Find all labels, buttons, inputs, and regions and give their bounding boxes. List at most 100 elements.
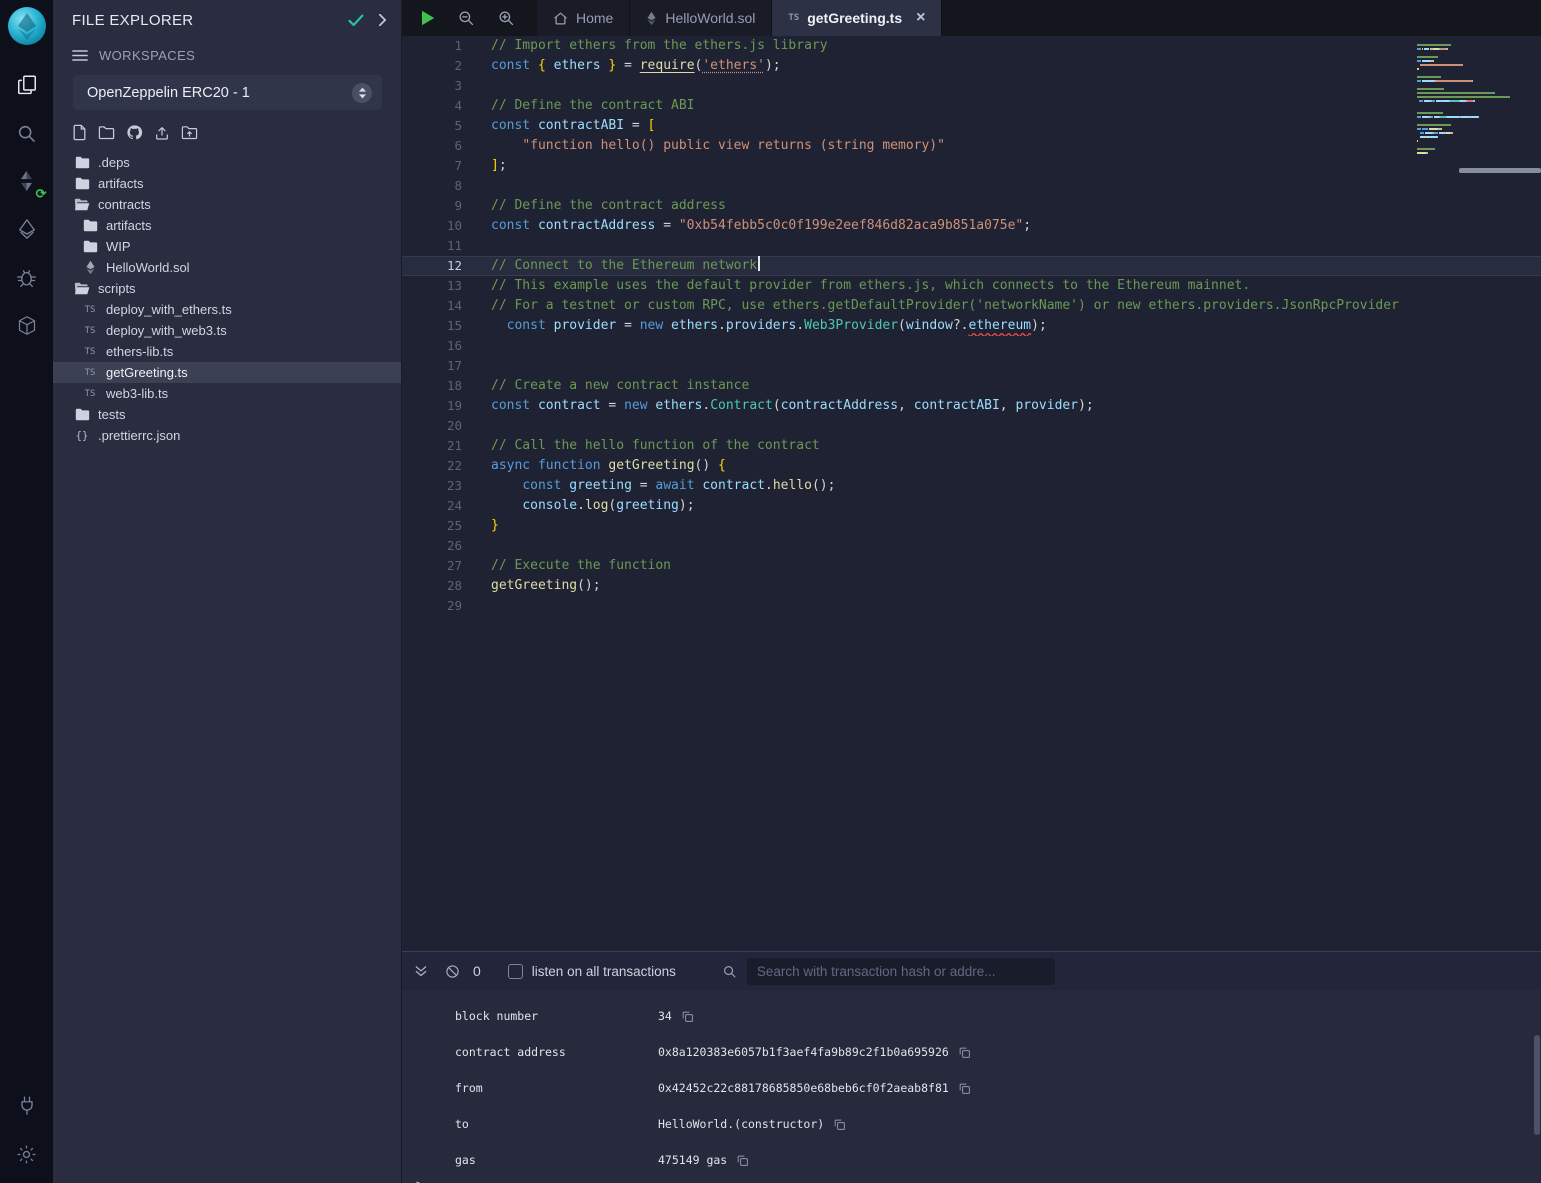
code-line-22[interactable]: 22async function getGreeting() { xyxy=(402,456,1541,476)
code-line-8[interactable]: 8 xyxy=(402,176,1541,196)
copy-icon[interactable] xyxy=(736,1154,749,1167)
code-line-29[interactable]: 29 xyxy=(402,596,1541,616)
code-line-28[interactable]: 28getGreeting(); xyxy=(402,576,1541,596)
line-content xyxy=(462,76,491,96)
listen-all-transactions-checkbox[interactable] xyxy=(508,964,523,979)
clear-console-icon[interactable] xyxy=(445,964,460,979)
upload-file-icon[interactable] xyxy=(154,125,170,141)
code-line-19[interactable]: 19const contract = new ethers.Contract(c… xyxy=(402,396,1541,416)
file-explorer-icon[interactable] xyxy=(10,68,44,102)
code-line-16[interactable]: 16 xyxy=(402,336,1541,356)
expand-terminal-icon[interactable] xyxy=(413,964,429,979)
tree-item-getgreeting-ts[interactable]: TSgetGreeting.ts xyxy=(53,362,401,383)
code-line-15[interactable]: 15 const provider = new ethers.providers… xyxy=(402,316,1541,336)
tree-item-artifacts[interactable]: artifacts xyxy=(53,215,401,236)
line-content: console.log(greeting); xyxy=(462,496,695,516)
new-folder-icon[interactable] xyxy=(98,125,115,140)
editor-tabs: HomeHelloWorld.solTSgetGreeting.ts× xyxy=(537,0,942,36)
code-line-18[interactable]: 18// Create a new contract instance xyxy=(402,376,1541,396)
tree-item-helloworld-sol[interactable]: HelloWorld.sol xyxy=(53,257,401,278)
tree-item-prettierrc-json[interactable]: {}.prettierrc.json xyxy=(53,425,401,446)
tree-item-deploy-with-ethers-ts[interactable]: TSdeploy_with_ethers.ts xyxy=(53,299,401,320)
tree-item-contracts[interactable]: contracts xyxy=(53,194,401,215)
code-editor[interactable]: 1// Import ethers from the ethers.js lib… xyxy=(402,36,1541,951)
transaction-count-badge: 0 xyxy=(473,963,481,979)
chevron-right-icon[interactable] xyxy=(378,13,387,27)
new-file-icon[interactable] xyxy=(72,124,87,141)
code-line-5[interactable]: 5const contractABI = [ xyxy=(402,116,1541,136)
zoom-in-icon[interactable] xyxy=(497,9,515,27)
plugins-icon[interactable] xyxy=(10,308,44,342)
copy-icon[interactable] xyxy=(681,1010,694,1023)
code-line-26[interactable]: 26 xyxy=(402,536,1541,556)
tree-item-tests[interactable]: tests xyxy=(53,404,401,425)
tree-item-wip[interactable]: WIP xyxy=(53,236,401,257)
code-line-25[interactable]: 25} xyxy=(402,516,1541,536)
tab-home[interactable]: Home xyxy=(537,0,630,36)
close-tab-icon[interactable]: × xyxy=(916,10,925,26)
workspaces-menu-icon[interactable] xyxy=(72,49,88,62)
code-line-17[interactable]: 17 xyxy=(402,356,1541,376)
copy-icon[interactable] xyxy=(958,1082,971,1095)
code-line-10[interactable]: 10const contractAddress = "0xb54febb5c0c… xyxy=(402,216,1541,236)
tx-detail-value: 0x8a120383e6057b1f3aef4fa9b89c2f1b0a6959… xyxy=(658,1045,949,1059)
tab-helloworld-sol[interactable]: HelloWorld.sol xyxy=(630,0,772,36)
deploy-run-icon[interactable] xyxy=(10,212,44,246)
code-line-27[interactable]: 27// Execute the function xyxy=(402,556,1541,576)
panel-header-icons xyxy=(348,13,387,27)
line-number: 13 xyxy=(402,276,462,296)
ts-icon: TS xyxy=(82,347,98,357)
remix-ide-window: ⟳ FILE EXPLORER WORKSPACES OpenZeppelin … xyxy=(0,0,1541,1183)
code-line-4[interactable]: 4// Define the contract ABI xyxy=(402,96,1541,116)
code-line-1[interactable]: 1// Import ethers from the ethers.js lib… xyxy=(402,36,1541,56)
copy-icon[interactable] xyxy=(958,1046,971,1059)
line-content: const provider = new ethers.providers.We… xyxy=(462,316,1047,336)
tree-item-label: scripts xyxy=(98,281,136,296)
code-line-7[interactable]: 7]; xyxy=(402,156,1541,176)
remix-logo-icon[interactable] xyxy=(7,6,47,46)
minimap[interactable] xyxy=(1417,44,1529,160)
page-scrollbar-thumb[interactable] xyxy=(1534,1035,1540,1135)
workspace-check-icon[interactable] xyxy=(348,14,364,27)
code-line-6[interactable]: 6 "function hello() public view returns … xyxy=(402,136,1541,156)
ts-icon: TS xyxy=(788,13,799,23)
activity-bar-bottom xyxy=(10,1088,44,1171)
code-line-14[interactable]: 14// For a testnet or custom RPC, use et… xyxy=(402,296,1541,316)
line-content: // This example uses the default provide… xyxy=(462,276,1250,296)
listen-all-transactions-label[interactable]: listen on all transactions xyxy=(532,964,676,979)
tab-getgreeting-ts[interactable]: TSgetGreeting.ts× xyxy=(772,0,942,36)
code-line-23[interactable]: 23 const greeting = await contract.hello… xyxy=(402,476,1541,496)
tx-detail-key: block number xyxy=(455,1009,658,1023)
code-line-21[interactable]: 21// Call the hello function of the cont… xyxy=(402,436,1541,456)
tree-item-deploy-with-web3-ts[interactable]: TSdeploy_with_web3.ts xyxy=(53,320,401,341)
zoom-out-icon[interactable] xyxy=(457,9,475,27)
line-content xyxy=(462,416,491,436)
tree-item-artifacts[interactable]: artifacts xyxy=(53,173,401,194)
tree-item-deps[interactable]: .deps xyxy=(53,152,401,173)
code-line-2[interactable]: 2const { ethers } = require('ethers'); xyxy=(402,56,1541,76)
code-line-13[interactable]: 13// This example uses the default provi… xyxy=(402,276,1541,296)
line-number: 20 xyxy=(402,416,462,436)
upload-folder-icon[interactable] xyxy=(181,125,198,140)
tree-item-ethers-lib-ts[interactable]: TSethers-lib.ts xyxy=(53,341,401,362)
debugger-icon[interactable] xyxy=(10,260,44,294)
terminal-search-input[interactable] xyxy=(747,958,1055,985)
plugin-manager-icon[interactable] xyxy=(10,1088,44,1122)
code-line-24[interactable]: 24 console.log(greeting); xyxy=(402,496,1541,516)
solidity-compiler-icon[interactable]: ⟳ xyxy=(10,164,44,198)
minimap-slider[interactable] xyxy=(1459,168,1541,173)
code-line-20[interactable]: 20 xyxy=(402,416,1541,436)
tree-item-scripts[interactable]: scripts xyxy=(53,278,401,299)
code-line-12[interactable]: 12// Connect to the Ethereum network xyxy=(402,256,1541,276)
tree-item-web3-lib-ts[interactable]: TSweb3-lib.ts xyxy=(53,383,401,404)
code-line-11[interactable]: 11 xyxy=(402,236,1541,256)
clone-repo-icon[interactable] xyxy=(126,124,143,141)
search-icon[interactable] xyxy=(10,116,44,150)
terminal-prompt[interactable]: > xyxy=(402,1178,1541,1183)
code-line-3[interactable]: 3 xyxy=(402,76,1541,96)
code-line-9[interactable]: 9// Define the contract address xyxy=(402,196,1541,216)
copy-icon[interactable] xyxy=(833,1118,846,1131)
workspace-select[interactable]: OpenZeppelin ERC20 - 1 xyxy=(73,75,382,110)
settings-icon[interactable] xyxy=(10,1137,44,1171)
run-script-icon[interactable] xyxy=(421,10,435,26)
